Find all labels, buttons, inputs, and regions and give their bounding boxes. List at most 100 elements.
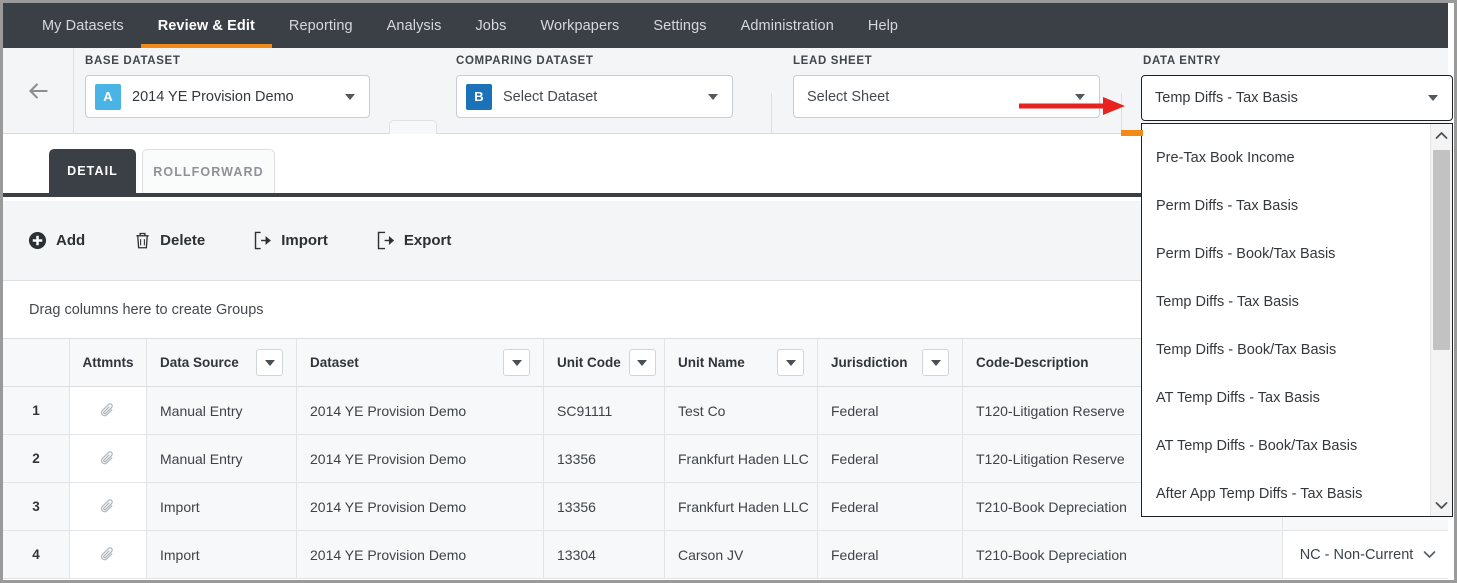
scroll-up-icon[interactable] <box>1431 125 1452 145</box>
nav-label: Review & Edit <box>157 17 255 34</box>
tab-detail[interactable]: DETAIL <box>49 149 136 193</box>
option-label: After App Temp Diffs - Tax Basis <box>1156 486 1363 502</box>
cell-unit-name: Frankfurt Haden LLC <box>665 435 818 482</box>
table-row[interactable]: 4 Import 2014 YE Provision Demo 13304 Ca… <box>3 531 1454 579</box>
chevron-down-icon <box>930 359 941 366</box>
row-attachment-cell[interactable] <box>70 435 147 482</box>
base-dataset-value: 2014 YE Provision Demo <box>132 88 294 105</box>
column-header-jurisdiction[interactable]: Jurisdiction <box>818 339 963 386</box>
toolbar-label: Import <box>281 232 328 249</box>
chevron-down-icon <box>785 359 796 366</box>
classification-value: NC - Non-Current <box>1299 546 1414 563</box>
cell-jurisdiction: Federal <box>818 531 963 578</box>
dropdown-option-temp-diffs-book-tax-basis[interactable]: Temp Diffs - Book/Tax Basis <box>1142 326 1430 374</box>
nav-label: Analysis <box>386 17 442 34</box>
cell-dataset: 2014 YE Provision Demo <box>297 531 544 578</box>
nav-item-review-and-edit[interactable]: Review & Edit <box>140 3 273 48</box>
column-header-data-source[interactable]: Data Source <box>147 339 297 386</box>
chevron-down-icon <box>637 359 648 366</box>
column-header-dataset[interactable]: Dataset <box>297 339 544 386</box>
nav-item-help[interactable]: Help <box>851 3 915 48</box>
cell-unit-name: Carson JV <box>665 531 818 578</box>
dropdown-option-temp-diffs-tax-basis[interactable]: Temp Diffs - Tax Basis <box>1142 278 1430 326</box>
column-header-unit-code[interactable]: Unit Code <box>544 339 665 386</box>
toolbar-label: Add <box>56 232 86 249</box>
scroll-down-icon[interactable] <box>1431 495 1452 515</box>
cell-unit-code: 13304 <box>544 531 665 578</box>
dropdown-option-at-temp-diffs-book-tax-basis[interactable]: AT Temp Diffs - Book/Tax Basis <box>1142 422 1430 470</box>
row-attachment-cell[interactable] <box>70 483 147 530</box>
lead-sheet-label: LEAD SHEET <box>793 55 873 67</box>
data-entry-dropdown: Temp Diffs - Tax Basis Pre-Tax Book Inco… <box>1141 75 1453 517</box>
import-button[interactable]: Import <box>254 231 328 250</box>
comparing-dataset-select[interactable]: B Select Dataset <box>456 75 733 118</box>
option-label: Perm Diffs - Book/Tax Basis <box>1156 246 1336 262</box>
cell-code-description: T210-Book Depreciation <box>963 531 1283 578</box>
nav-item-reporting[interactable]: Reporting <box>272 3 370 48</box>
nav-item-analysis[interactable]: Analysis <box>370 3 459 48</box>
nav-item-settings[interactable]: Settings <box>636 3 723 48</box>
dropdown-scrollbar[interactable] <box>1430 124 1452 516</box>
cell-unit-name: Test Co <box>665 387 818 434</box>
dropdown-option-at-temp-diffs-tax-basis[interactable]: AT Temp Diffs - Tax Basis <box>1142 374 1430 422</box>
base-dataset-badge: A <box>95 83 121 110</box>
cell-unit-name: Frankfurt Haden LLC <box>665 483 818 530</box>
back-button[interactable] <box>3 48 74 133</box>
column-header-label: Unit Name <box>678 355 745 370</box>
lead-sheet-group: LEAD SHEET Select Sheet <box>793 48 1113 133</box>
cell-classification-select[interactable]: NC - Non-Current <box>1283 531 1454 578</box>
group-panel-hint: Drag columns here to create Groups <box>29 302 264 318</box>
cell-dataset: 2014 YE Provision Demo <box>297 483 544 530</box>
tab-rollforward[interactable]: ROLLFORWARD <box>142 149 275 193</box>
active-section-indicator <box>1121 130 1143 136</box>
chevron-down-icon <box>708 93 718 100</box>
chevron-down-icon <box>264 359 275 366</box>
paperclip-icon <box>100 547 113 561</box>
column-filter-button-unit-code[interactable] <box>628 349 656 376</box>
dropdown-options: Pre-Tax Book Income Perm Diffs - Tax Bas… <box>1142 124 1430 516</box>
row-attachment-cell[interactable] <box>70 531 147 578</box>
paperclip-icon <box>100 451 113 465</box>
column-filter-button-data-source[interactable] <box>256 349 283 376</box>
scrollbar-thumb[interactable] <box>1433 150 1450 350</box>
column-header-unit-name[interactable]: Unit Name <box>665 339 818 386</box>
comparing-dataset-label: COMPARING DATASET <box>456 55 594 67</box>
option-label: AT Temp Diffs - Book/Tax Basis <box>1156 438 1358 454</box>
nav-item-my-datasets[interactable]: My Datasets <box>25 3 141 48</box>
chevron-down-icon <box>345 93 355 100</box>
export-button[interactable]: Export <box>377 231 451 250</box>
cell-data-source: Import <box>147 483 297 530</box>
option-label: Temp Diffs - Book/Tax Basis <box>1156 342 1337 358</box>
nav-item-administration[interactable]: Administration <box>724 3 851 48</box>
cell-data-source: Manual Entry <box>147 387 297 434</box>
nav-item-workpapers[interactable]: Workpapers <box>523 3 636 48</box>
nav-label: Reporting <box>288 17 353 34</box>
import-icon <box>254 231 272 250</box>
row-attachment-cell[interactable] <box>70 387 147 434</box>
red-arrow-annotation <box>1019 97 1125 115</box>
row-number: 4 <box>3 531 70 578</box>
application-window: My Datasets Review & Edit Reporting Anal… <box>0 0 1457 583</box>
data-entry-dropdown-list: Pre-Tax Book Income Perm Diffs - Tax Bas… <box>1141 123 1453 517</box>
dropdown-option-pre-tax-book-income[interactable]: Pre-Tax Book Income <box>1142 134 1430 182</box>
add-button[interactable]: Add <box>28 231 85 250</box>
data-entry-dropdown-trigger[interactable]: Temp Diffs - Tax Basis <box>1141 75 1453 121</box>
cell-jurisdiction: Federal <box>818 483 963 530</box>
dropdown-option-perm-diffs-book-tax-basis[interactable]: Perm Diffs - Book/Tax Basis <box>1142 230 1430 278</box>
column-header-label: Code-Description <box>976 355 1089 370</box>
base-dataset-group: BASE DATASET A 2014 YE Provision Demo <box>85 48 375 133</box>
row-number: 1 <box>3 387 70 434</box>
row-number: 2 <box>3 435 70 482</box>
base-dataset-select[interactable]: A 2014 YE Provision Demo <box>85 75 370 118</box>
column-filter-button-jurisdiction[interactable] <box>922 349 949 376</box>
dropdown-option-perm-diffs-tax-basis[interactable]: Perm Diffs - Tax Basis <box>1142 182 1430 230</box>
cell-unit-code: SC91111 <box>544 387 665 434</box>
delete-button[interactable]: Delete <box>134 231 205 250</box>
nav-item-jobs[interactable]: Jobs <box>458 3 523 48</box>
dropdown-option-after-app-temp-diffs-tax-basis[interactable]: After App Temp Diffs - Tax Basis <box>1142 470 1430 516</box>
nav-label: Settings <box>653 17 707 34</box>
column-filter-button-dataset[interactable] <box>503 349 530 376</box>
option-label: Temp Diffs - Tax Basis <box>1156 294 1299 310</box>
column-filter-button-unit-name[interactable] <box>777 349 804 376</box>
row-number: 3 <box>3 483 70 530</box>
